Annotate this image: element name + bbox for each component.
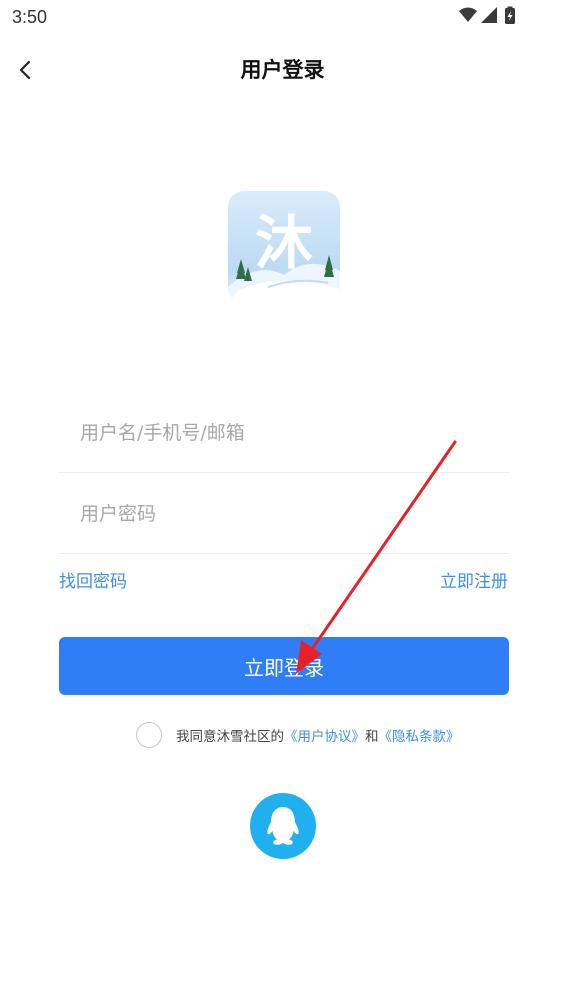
wifi-icon bbox=[459, 7, 477, 22]
status-bar: 3:50 bbox=[0, 0, 565, 36]
login-button[interactable]: 立即登录 bbox=[59, 637, 509, 695]
qq-penguin-icon bbox=[267, 807, 299, 845]
page-title: 用户登录 bbox=[240, 58, 325, 82]
agreement-and: 和 bbox=[365, 729, 379, 745]
password-field bbox=[59, 474, 509, 554]
username-field bbox=[59, 393, 509, 473]
username-input[interactable] bbox=[59, 393, 509, 472]
agreement-prefix: 我同意沐雪社区的 bbox=[176, 729, 284, 745]
app-logo: 沐 bbox=[228, 191, 340, 303]
agreement-checkbox[interactable] bbox=[136, 722, 162, 748]
user-agreement-link[interactable]: 《用户协议》 bbox=[284, 725, 365, 745]
logo-char: 沐 bbox=[255, 209, 313, 277]
forgot-password-link[interactable]: 找回密码 bbox=[59, 567, 127, 592]
status-time: 3:50 bbox=[12, 7, 48, 27]
register-link[interactable]: 立即注册 bbox=[440, 567, 508, 592]
signal-icon bbox=[481, 7, 497, 23]
password-input[interactable] bbox=[59, 474, 509, 553]
qq-login-button[interactable] bbox=[250, 793, 316, 859]
privacy-policy-link[interactable]: 《隐私条款》 bbox=[379, 725, 460, 745]
nav-bar: 用户登录 bbox=[0, 40, 565, 100]
status-icons bbox=[459, 6, 515, 24]
agreement-row: 我同意沐雪社区的 《用户协议》 和 《隐私条款》 bbox=[136, 721, 460, 749]
